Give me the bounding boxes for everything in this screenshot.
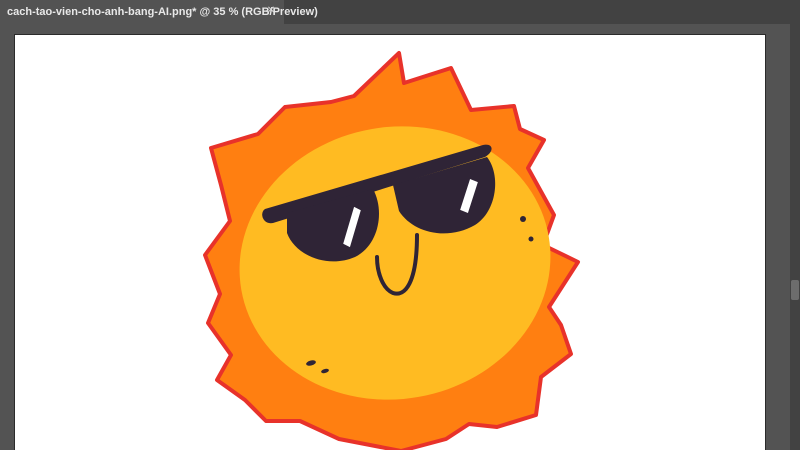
- freckle: [520, 216, 526, 222]
- document-tab[interactable]: cach-tao-vien-cho-anh-bang-AI.png* @ 35 …: [0, 0, 318, 24]
- close-icon[interactable]: ✕: [264, 4, 278, 18]
- sun-illustration: [203, 51, 580, 450]
- freckle: [528, 236, 534, 242]
- vertical-scrollbar[interactable]: [790, 24, 800, 450]
- artboard[interactable]: [14, 34, 766, 450]
- app-window: cach-tao-vien-cho-anh-bang-AI.png* @ 35 …: [0, 0, 800, 450]
- scrollbar-thumb[interactable]: [791, 280, 799, 300]
- document-tab-bar: cach-tao-vien-cho-anh-bang-AI.png* @ 35 …: [0, 0, 800, 24]
- canvas-area[interactable]: [0, 24, 790, 450]
